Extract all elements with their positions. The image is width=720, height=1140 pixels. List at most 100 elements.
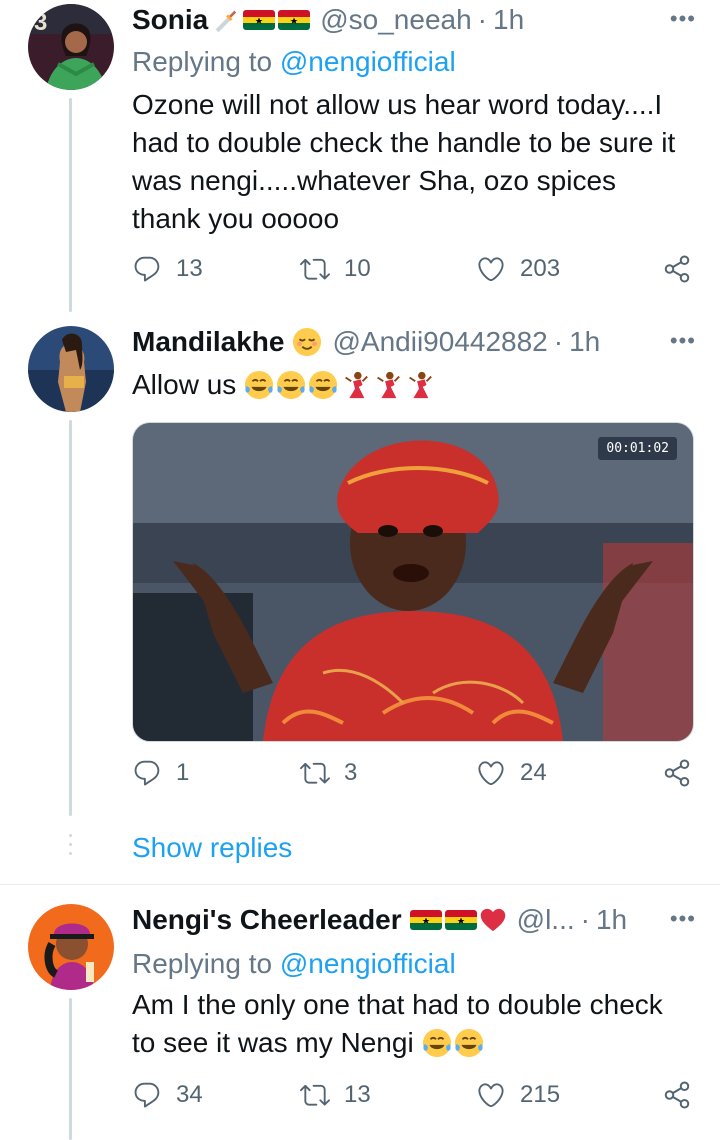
tweet-header: Mandilakhe @Andii90442882 · 1h: [132, 322, 600, 362]
author-name[interactable]: Sonia: [132, 4, 208, 36]
like-button[interactable]: 24: [476, 758, 547, 788]
tweet-text-line: thank you ooooo: [132, 203, 340, 234]
dancer-icon: [372, 370, 402, 400]
like-icon: [476, 758, 506, 788]
avatar-image: [28, 904, 114, 990]
show-replies-link[interactable]: Show replies: [132, 832, 292, 864]
avatar-image: 3: [28, 4, 114, 90]
like-button[interactable]: 215: [476, 1080, 560, 1110]
tweet-text: Am I the only one that had to double che…: [132, 986, 696, 1062]
tweet-text-line: to see it was my Nengi: [132, 1027, 414, 1058]
tweet-text: Allow us: [132, 366, 696, 404]
thread-line: [69, 98, 72, 312]
share-button[interactable]: [662, 1080, 692, 1110]
separator-dot: ·: [580, 904, 590, 935]
reply-count: 34: [176, 1081, 203, 1108]
ghana-flag-icon: [410, 910, 442, 930]
share-button[interactable]: [662, 758, 692, 788]
avatar-image: [28, 326, 114, 412]
share-icon: [662, 1080, 692, 1110]
share-icon: [662, 254, 692, 284]
tweet-actions: 34 13 215: [132, 1080, 696, 1116]
tweet-nengis-cheerleader[interactable]: Nengi's Cheerleader @l... · 1h ••• Reply…: [0, 900, 720, 1140]
reply-button[interactable]: 34: [132, 1080, 203, 1110]
more-options-icon[interactable]: •••: [670, 906, 696, 932]
tweet-header: Sonia @so_neeah · 1h: [132, 0, 524, 40]
more-options-icon[interactable]: •••: [670, 6, 696, 32]
mention-link[interactable]: @nengiofficial: [280, 46, 456, 77]
tweet-media-video[interactable]: 00:01:02: [132, 422, 694, 742]
replying-to: Replying to @nengiofficial: [132, 948, 456, 980]
reply-icon: [132, 254, 162, 284]
avatar-nengis-cheerleader[interactable]: [28, 904, 114, 990]
relieved-face-icon: [292, 327, 322, 357]
author-handle[interactable]: @l...: [517, 904, 575, 936]
separator-dot: ·: [477, 4, 487, 35]
reply-count: 1: [176, 759, 190, 786]
retweet-button[interactable]: 3: [300, 758, 357, 788]
reply-count: 13: [176, 255, 203, 282]
retweet-button[interactable]: 13: [300, 1080, 371, 1110]
reply-icon: [132, 1080, 162, 1110]
timestamp[interactable]: 1h: [569, 326, 600, 358]
dancer-icon: [404, 370, 434, 400]
like-count: 203: [520, 255, 561, 282]
retweet-icon: [300, 254, 330, 284]
tweet-text-line: had to double check the handle to be sur…: [132, 127, 676, 158]
video-timer: 00:01:02: [598, 437, 677, 460]
replying-to-label: Replying to: [132, 948, 280, 979]
like-icon: [476, 254, 506, 284]
separator-dot: ·: [553, 326, 564, 357]
svg-text:3: 3: [34, 9, 47, 36]
like-button[interactable]: 203: [476, 254, 560, 284]
tweet-text-line: Allow us: [132, 369, 237, 400]
avatar-sonia[interactable]: 3: [28, 4, 114, 90]
dancer-icon: [340, 370, 370, 400]
tears-of-joy-icon: [308, 370, 338, 400]
retweet-count: 13: [344, 1081, 371, 1108]
author-name[interactable]: Mandilakhe: [132, 326, 284, 358]
retweet-button[interactable]: 10: [300, 254, 371, 284]
ghana-flag-icon: [445, 910, 477, 930]
like-count: 215: [520, 1081, 561, 1108]
red-heart-icon: [479, 906, 507, 934]
author-handle[interactable]: @Andii90442882: [332, 326, 547, 358]
ghana-flag-icon: [243, 10, 275, 30]
tweet-sonia[interactable]: 3 Sonia @so_neeah · 1h ••• Replying to @…: [0, 0, 720, 312]
reply-button[interactable]: 1: [132, 758, 189, 788]
thread-dots: [69, 834, 72, 861]
thread-line: [69, 420, 72, 816]
tears-of-joy-icon: [244, 370, 274, 400]
reply-button[interactable]: 13: [132, 254, 203, 284]
retweet-count: 3: [344, 759, 358, 786]
video-thumbnail: [133, 423, 693, 741]
tears-of-joy-icon: [276, 370, 306, 400]
thread-line: [69, 998, 72, 1140]
ghana-flag-icon: [278, 10, 310, 30]
tweet-actions: 1 3 24: [132, 758, 696, 794]
replying-to-label: Replying to: [132, 46, 280, 77]
replying-to: Replying to @nengiofficial: [132, 46, 456, 78]
like-count: 24: [520, 759, 547, 786]
tweet-text-line: Ozone will not allow us hear word today.…: [132, 89, 663, 120]
tears-of-joy-icon: [422, 1028, 452, 1058]
tweet-header: Nengi's Cheerleader @l... · 1h: [132, 900, 627, 940]
retweet-icon: [300, 758, 330, 788]
retweet-icon: [300, 1080, 330, 1110]
more-options-icon[interactable]: •••: [670, 328, 696, 354]
mention-link[interactable]: @nengiofficial: [280, 948, 456, 979]
share-button[interactable]: [662, 254, 692, 284]
tweet-text-line: Am I the only one that had to double che…: [132, 989, 663, 1020]
author-handle[interactable]: @so_neeah: [320, 4, 471, 36]
timestamp[interactable]: 1h: [493, 4, 524, 36]
share-icon: [662, 758, 692, 788]
like-icon: [476, 1080, 506, 1110]
tweet-actions: 13 10 203: [132, 254, 696, 290]
tweet-text-line: was nengi.....whatever Sha, ozo spices: [132, 165, 617, 196]
avatar-mandilakhe[interactable]: [28, 326, 114, 412]
tweet-text-row: to see it was my Nengi: [132, 1024, 696, 1062]
tweet-mandilakhe[interactable]: Mandilakhe @Andii90442882 · 1h ••• Allow…: [0, 322, 720, 822]
reply-icon: [132, 758, 162, 788]
author-name[interactable]: Nengi's Cheerleader: [132, 904, 402, 936]
timestamp[interactable]: 1h: [596, 904, 627, 936]
